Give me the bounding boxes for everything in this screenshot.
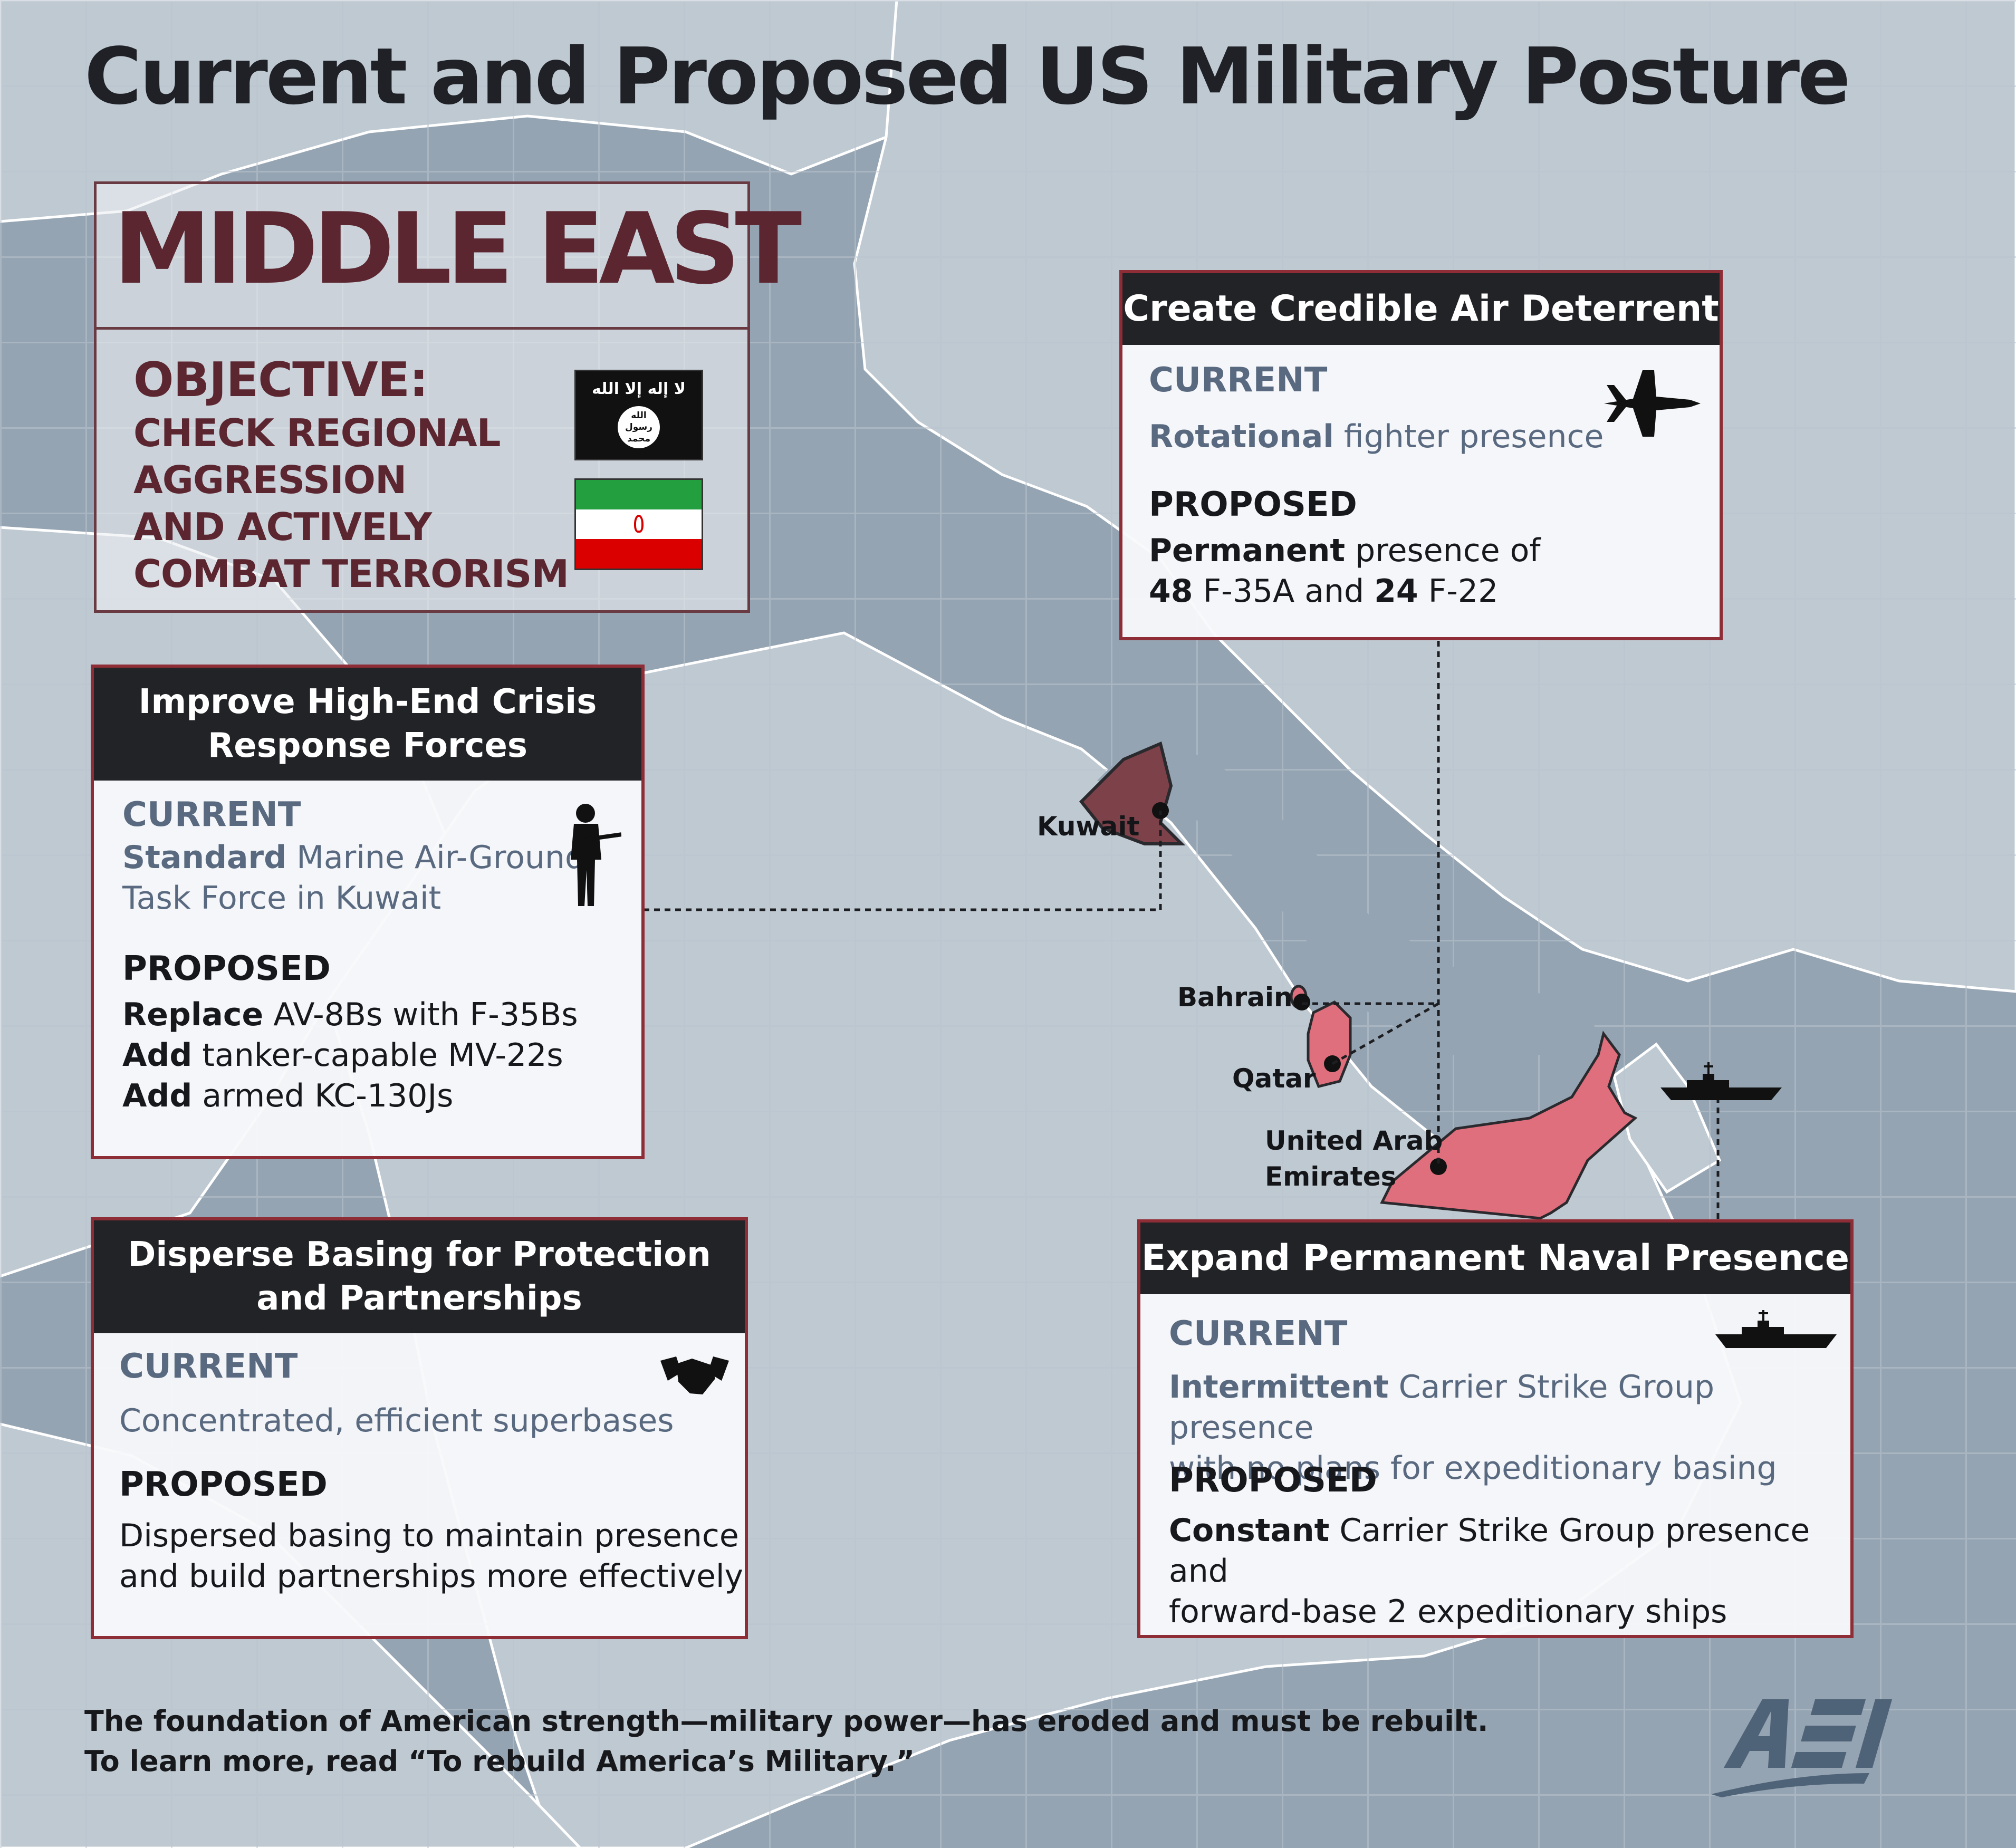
card-naval-title: Expand Permanent Naval Presence bbox=[1140, 1223, 1850, 1294]
naval-proposed-text: Constant Carrier Strike Group presence a… bbox=[1169, 1510, 1850, 1632]
air-proposed-rest: presence of bbox=[1345, 532, 1541, 569]
basing-current-label: CURRENT bbox=[119, 1347, 298, 1386]
footer-text: The foundation of American strength—mili… bbox=[84, 1701, 1488, 1781]
air-proposed-bold: Permanent bbox=[1149, 532, 1346, 569]
label-uae: United Arab Emirates bbox=[1265, 1123, 1443, 1195]
crisis-p2-bold: Add bbox=[122, 1036, 193, 1074]
crisis-p3-bold: Add bbox=[122, 1077, 193, 1114]
card-basing-title-line-2: and Partnerships bbox=[256, 1279, 582, 1318]
label-bahrain: Bahrain bbox=[1177, 982, 1293, 1013]
naval-current-bold: Intermittent bbox=[1169, 1369, 1389, 1406]
soldier-icon bbox=[571, 804, 621, 906]
card-naval-body: CURRENT Intermittent Carrier Strike Grou… bbox=[1140, 1294, 1850, 1635]
crisis-p1-bold: Replace bbox=[122, 996, 264, 1033]
objective-label: OBJECTIVE: bbox=[133, 352, 428, 408]
iran-flag-icon bbox=[574, 478, 703, 570]
crisis-current-rest: Marine Air-Ground bbox=[286, 839, 585, 876]
naval-current-label: CURRENT bbox=[1169, 1314, 1348, 1353]
objective-line-1: CHECK REGIONAL bbox=[133, 410, 501, 455]
air-f22-count: 24 bbox=[1374, 572, 1418, 610]
region-objective-box: MIDDLE EAST OBJECTIVE: CHECK REGIONAL AG… bbox=[94, 181, 802, 613]
air-f35-text: F-35A and bbox=[1193, 572, 1375, 610]
page-title: Current and Proposed US Military Posture bbox=[84, 31, 1850, 122]
basing-proposed-label: PROPOSED bbox=[119, 1465, 328, 1504]
card-naval-presence: Expand Permanent Naval Presence CURRENT … bbox=[1137, 1219, 1854, 1638]
aei-logo bbox=[1711, 1699, 1893, 1797]
warship-icon bbox=[1715, 1310, 1837, 1348]
crisis-p1-rest: AV-8Bs with F-35Bs bbox=[263, 996, 578, 1033]
crisis-current-bold: Standard bbox=[122, 839, 287, 876]
crisis-p2-rest: tanker-capable MV-22s bbox=[192, 1036, 563, 1074]
objective-line-2: AGGRESSION bbox=[133, 457, 407, 502]
footer-line-1: The foundation of American strength—mili… bbox=[84, 1705, 1489, 1738]
card-crisis-title: Improve High-End Crisis Response Forces bbox=[94, 668, 641, 781]
isis-flag-icon: لا إله إلا الله الله رسول محمد bbox=[574, 370, 703, 460]
objective-line-3: AND ACTIVELY bbox=[133, 505, 432, 550]
crisis-proposed-label: PROPOSED bbox=[122, 949, 331, 988]
naval-proposed-label: PROPOSED bbox=[1169, 1461, 1377, 1500]
air-current-text: Rotational fighter presence bbox=[1149, 417, 1604, 457]
air-proposed-text: Permanent presence of 48 F-35A and 24 F-… bbox=[1149, 531, 1541, 612]
handshake-icon bbox=[660, 1356, 729, 1394]
card-crisis-title-line-1: Improve High-End Crisis bbox=[138, 682, 597, 721]
air-current-rest: fighter presence bbox=[1333, 418, 1604, 455]
iran-emblem-icon bbox=[634, 515, 644, 533]
footer-line-2: To learn more, read “To rebuild America’… bbox=[84, 1744, 915, 1778]
crisis-p3-rest: armed KC-130Js bbox=[192, 1077, 454, 1114]
card-air-deterrent: Create Credible Air Deterrent CURRENT Ro… bbox=[1119, 270, 1723, 640]
label-uae-line-1: United Arab bbox=[1265, 1125, 1443, 1156]
crisis-current-text: Standard Marine Air-Ground Task Force in… bbox=[122, 838, 585, 919]
air-proposed-label: PROPOSED bbox=[1149, 485, 1357, 524]
card-air-body: CURRENT Rotational fighter presence PROP… bbox=[1122, 345, 1720, 637]
basing-proposed-line-2: and build partnerships more effectively bbox=[119, 1557, 744, 1595]
bahrain-marker bbox=[1293, 994, 1310, 1010]
crisis-proposed-text: Replace AV-8Bs with F-35Bs Add tanker-ca… bbox=[122, 995, 578, 1116]
air-f22-text: F-22 bbox=[1418, 572, 1499, 610]
region-name: MIDDLE EAST bbox=[97, 184, 802, 330]
card-basing-body: CURRENT Concentrated, efficient superbas… bbox=[94, 1333, 745, 1636]
naval-p1-bold: Constant bbox=[1169, 1512, 1330, 1549]
air-current-bold: Rotational bbox=[1149, 418, 1334, 455]
objective-block: OBJECTIVE: CHECK REGIONAL AGGRESSION AND… bbox=[133, 351, 608, 598]
card-basing-title: Disperse Basing for Protection and Partn… bbox=[94, 1220, 745, 1333]
fighter-jet-icon bbox=[1604, 370, 1701, 437]
air-f35-count: 48 bbox=[1149, 572, 1193, 610]
crisis-current-label: CURRENT bbox=[122, 795, 301, 834]
card-basing-title-line-1: Disperse Basing for Protection bbox=[128, 1235, 711, 1274]
flag-seal: الله رسول محمد bbox=[618, 406, 660, 448]
air-current-label: CURRENT bbox=[1149, 361, 1328, 400]
card-crisis-title-line-2: Response Forces bbox=[208, 726, 527, 765]
naval-p2: forward-base 2 expeditionary ships bbox=[1169, 1593, 1727, 1630]
card-dispersed-basing: Disperse Basing for Protection and Partn… bbox=[91, 1217, 748, 1639]
basing-proposed-text: Dispersed basing to maintain presence an… bbox=[119, 1516, 743, 1597]
label-kuwait: Kuwait bbox=[1037, 811, 1140, 842]
card-crisis-body: CURRENT Standard Marine Air-Ground Task … bbox=[94, 781, 641, 1156]
basing-proposed-line-1: Dispersed basing to maintain presence bbox=[119, 1517, 739, 1554]
crisis-current-line-2: Task Force in Kuwait bbox=[122, 879, 441, 917]
objective-line-4: COMBAT TERRORISM bbox=[133, 552, 569, 596]
label-qatar: Qatar bbox=[1232, 1063, 1316, 1094]
card-crisis-response: Improve High-End Crisis Response Forces … bbox=[91, 665, 645, 1159]
flag-text-top: لا إله إلا الله bbox=[591, 380, 686, 398]
basing-current-text: Concentrated, efficient superbases bbox=[119, 1402, 674, 1439]
label-uae-line-2: Emirates bbox=[1265, 1161, 1397, 1192]
card-air-title: Create Credible Air Deterrent bbox=[1122, 273, 1720, 345]
infographic: Current and Proposed US Military Posture… bbox=[0, 0, 2016, 1848]
